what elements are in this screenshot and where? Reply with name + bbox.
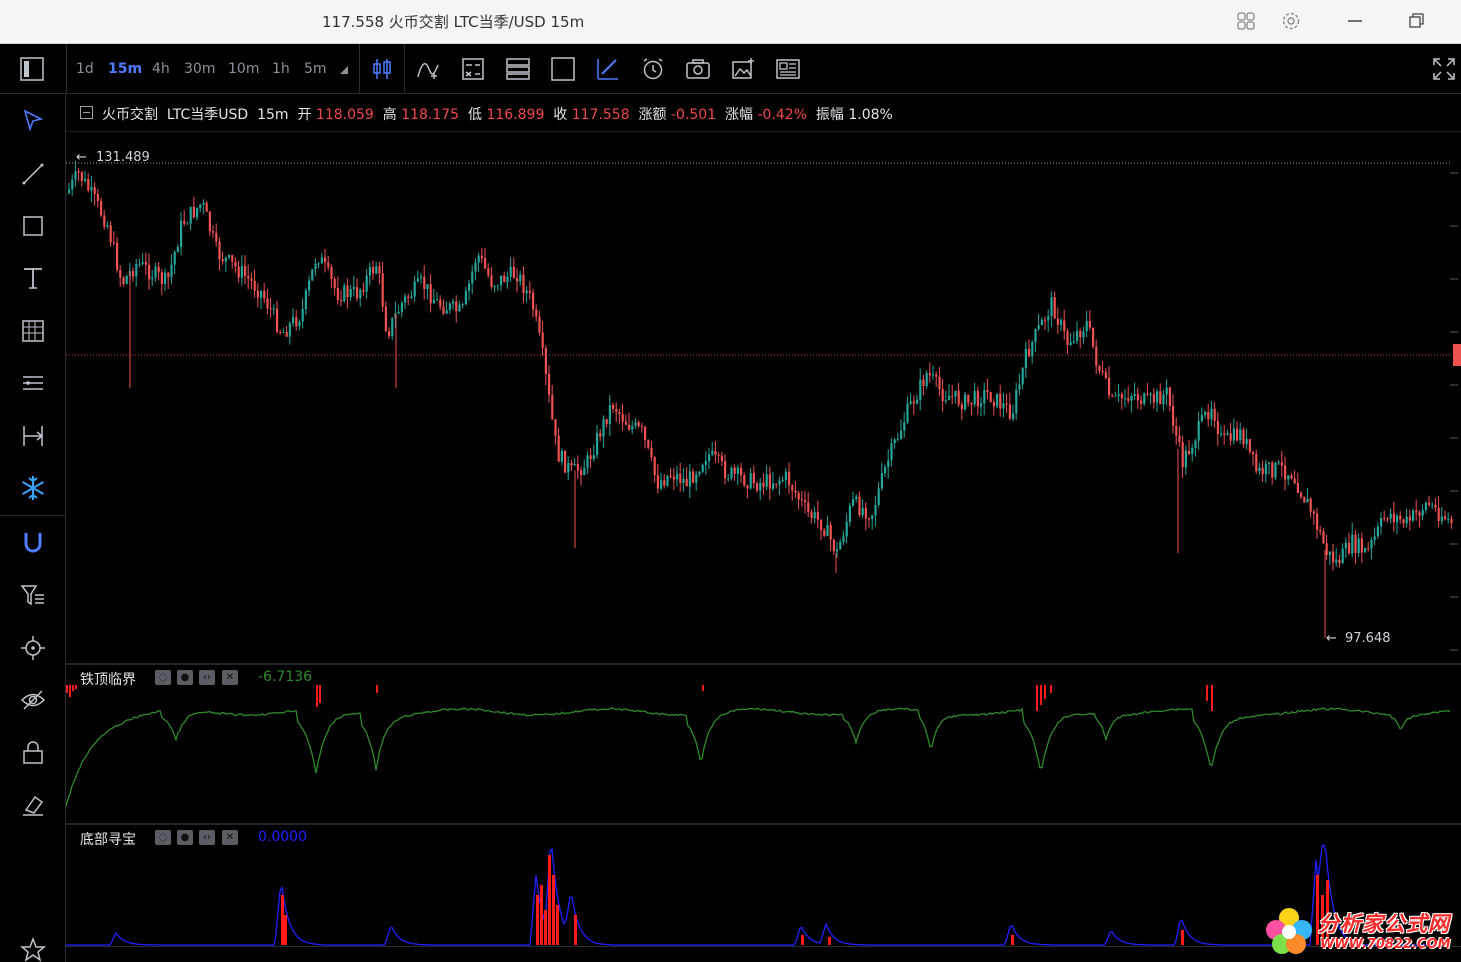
high-marker-label: 131.489 — [96, 150, 150, 165]
indicator-2-plot[interactable] — [66, 825, 1461, 946]
timeframe-4h[interactable]: 4h — [152, 61, 170, 77]
minimize-icon — [1348, 20, 1362, 22]
share-snapshot-icon[interactable] — [686, 57, 710, 81]
filter-icon[interactable] — [20, 583, 46, 609]
legend-low: 116.899 — [486, 107, 545, 123]
news-icon[interactable] — [776, 57, 800, 81]
timeframe-5m[interactable]: 5m — [304, 61, 327, 77]
layout-single-icon[interactable] — [551, 57, 575, 81]
settings-button[interactable] — [1276, 7, 1306, 35]
timeframe-1h[interactable]: 1h — [272, 61, 290, 77]
favorite-star-icon[interactable] — [20, 937, 46, 962]
toggle-sidebar-button[interactable] — [20, 57, 44, 81]
layout-grid-button[interactable] — [1231, 7, 1261, 35]
legend-high-label: 高 — [382, 107, 397, 123]
legend-open: 118.059 — [315, 107, 374, 123]
drawing-edit-icon[interactable] — [596, 57, 620, 81]
chart-toolbar: 1d 15m 4h 30m 10m 1h 5m — [0, 44, 1461, 94]
time-axis[interactable] — [66, 946, 1461, 962]
watermark-name: 分析家公式网 — [1318, 912, 1450, 936]
candlestick-type-icon[interactable] — [370, 57, 394, 81]
legend-low-label: 低 — [468, 107, 482, 123]
eraser-icon[interactable] — [20, 792, 46, 818]
legend-pct-label: 涨幅 — [725, 107, 754, 123]
timeframe-1d[interactable]: 1d — [76, 61, 94, 77]
trend-line-icon[interactable] — [20, 161, 46, 187]
legend-close: 117.558 — [571, 107, 630, 123]
indicators-icon[interactable] — [416, 57, 440, 81]
magnet-icon[interactable] — [20, 530, 46, 556]
candlestick-chart[interactable]: ← 131.489 ← 97.648 — [66, 133, 1461, 663]
grid-icon — [1237, 12, 1255, 30]
crosshair-icon[interactable] — [20, 635, 46, 661]
indicator-pane-top: 铁顶临界 ◌ ● ‹› ✕ -6.7136 — [66, 665, 1461, 823]
image-export-icon[interactable] — [731, 57, 755, 81]
fib-lines-icon[interactable] — [20, 370, 46, 396]
low-marker-label: 97.648 — [1345, 631, 1391, 646]
timeframe-15m[interactable]: 15m — [108, 61, 142, 77]
drawing-tools-sidebar — [0, 94, 66, 962]
watermark-url: WWW.70822.COM — [1320, 937, 1451, 952]
ohlc-legend: 火币交割 LTC当季USD 15m 开 118.059 高 118.175 低 … — [66, 94, 1461, 132]
right-axis-ticks — [1450, 172, 1458, 651]
indicator-pane-bottom: 底部寻宝 ◌ ● ‹› ✕ 0.0000 — [66, 825, 1461, 946]
lock-icon[interactable] — [20, 740, 46, 766]
legend-change-label: 涨额 — [638, 107, 667, 123]
rectangle-icon[interactable] — [20, 213, 46, 239]
watermark-logo: 分析家公式网 WWW.70822.COM — [1262, 904, 1457, 960]
cursor-icon[interactable] — [20, 108, 46, 134]
collapse-legend-button[interactable] — [80, 106, 93, 119]
legend-exchange: 火币交割 — [102, 107, 158, 123]
indicator-1-plot[interactable] — [66, 665, 1461, 823]
timeframe-dropdown-icon[interactable] — [339, 65, 349, 75]
grid-table-icon[interactable] — [20, 318, 46, 344]
legend-amp: 1.08% — [848, 107, 893, 123]
restore-icon — [1409, 13, 1424, 28]
alarm-icon[interactable] — [641, 57, 665, 81]
low-marker-arrow: ← — [1326, 631, 1337, 646]
title-bar: 117.558 火币交割 LTC当季/USD 15m — [0, 0, 1461, 44]
legend-change: -0.501 — [670, 107, 717, 123]
window-title: 117.558 火币交割 LTC当季/USD 15m — [322, 13, 585, 31]
minimize-button[interactable] — [1340, 7, 1370, 35]
legend-high: 118.175 — [401, 107, 460, 123]
flower-logo-icon — [1266, 908, 1312, 954]
legend-pct: -0.42% — [757, 107, 808, 123]
gear-icon — [1282, 12, 1300, 30]
legend-interval: 15m — [257, 107, 289, 123]
timeframe-10m[interactable]: 10m — [228, 61, 259, 77]
layout-rows-icon[interactable] — [506, 57, 530, 81]
legend-symbol: LTC当季USD — [166, 107, 249, 123]
legend-amp-label: 振幅 — [815, 107, 844, 123]
sidebar-icon — [20, 57, 44, 81]
legend-close-label: 收 — [553, 107, 568, 123]
fullscreen-icon[interactable] — [1432, 57, 1456, 81]
timeframe-30m[interactable]: 30m — [184, 61, 215, 77]
snowflake-icon[interactable] — [20, 475, 46, 501]
restore-button[interactable] — [1402, 7, 1432, 35]
current-price-tag — [1453, 344, 1461, 366]
hide-drawings-icon[interactable] — [20, 687, 46, 713]
legend-open-label: 开 — [297, 107, 312, 123]
measure-icon[interactable] — [20, 423, 46, 449]
formula-icon[interactable] — [461, 57, 485, 81]
high-marker-arrow: ← — [76, 150, 87, 165]
legend-text: 火币交割 LTC当季USD 15m 开 118.059 高 118.175 低 … — [102, 104, 893, 124]
text-tool-icon[interactable] — [20, 265, 46, 291]
candles-group — [68, 160, 1453, 638]
